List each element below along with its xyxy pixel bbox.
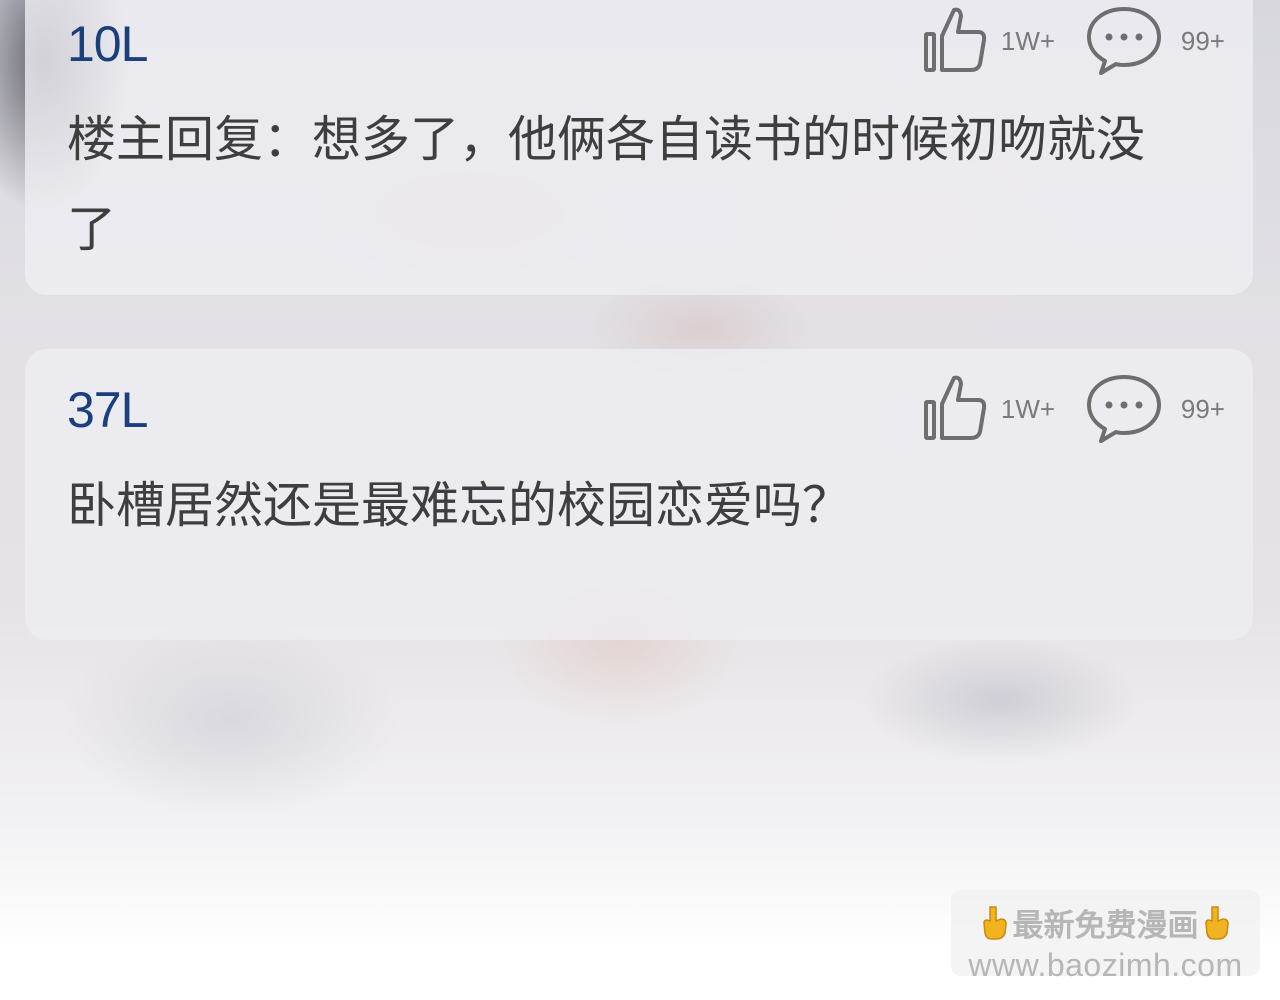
- pointing-down-hand-icon: [981, 905, 1009, 941]
- watermark-title-row: 最新免费漫画: [951, 900, 1260, 945]
- floor-number: 37L: [67, 382, 148, 438]
- comment-text: 卧槽居然还是最难忘的校园恋爱吗？: [67, 477, 852, 534]
- like-count: 1W+: [1000, 393, 1056, 424]
- comment-bubble-icon[interactable]: [1085, 374, 1163, 444]
- comment-stats: 1W+ 99+: [923, 374, 1225, 444]
- thumbs-up-icon[interactable]: [923, 6, 987, 76]
- comment-stats: 1W+ 99+: [923, 6, 1225, 76]
- watermark-url: www.baozimh.com: [968, 947, 1243, 983]
- like-count: 1W+: [1000, 25, 1056, 56]
- site-watermark[interactable]: 最新免费漫画 www.baozimh.com: [951, 890, 1260, 983]
- watermark-title: 最新免费漫画: [1012, 908, 1199, 943]
- floor-number: 10L: [67, 16, 148, 72]
- reply-count: 99+: [1180, 393, 1225, 424]
- thumbs-up-icon[interactable]: [923, 374, 987, 444]
- comment-card: 37L 1W+ 99+ 卧槽居然还是最难忘的校园恋爱吗？: [25, 349, 1253, 640]
- comment-bubble-icon[interactable]: [1085, 6, 1163, 76]
- pointing-down-hand-icon: [1203, 905, 1231, 941]
- reply-count: 99+: [1180, 25, 1225, 56]
- comment-card: 10L 1W+ 99+ 楼主回复：想多了，他俩各自读书的时候初吻就没了: [25, 0, 1253, 295]
- comment-text: 楼主回复：想多了，他俩各自读书的时候初吻就没了: [67, 111, 1146, 258]
